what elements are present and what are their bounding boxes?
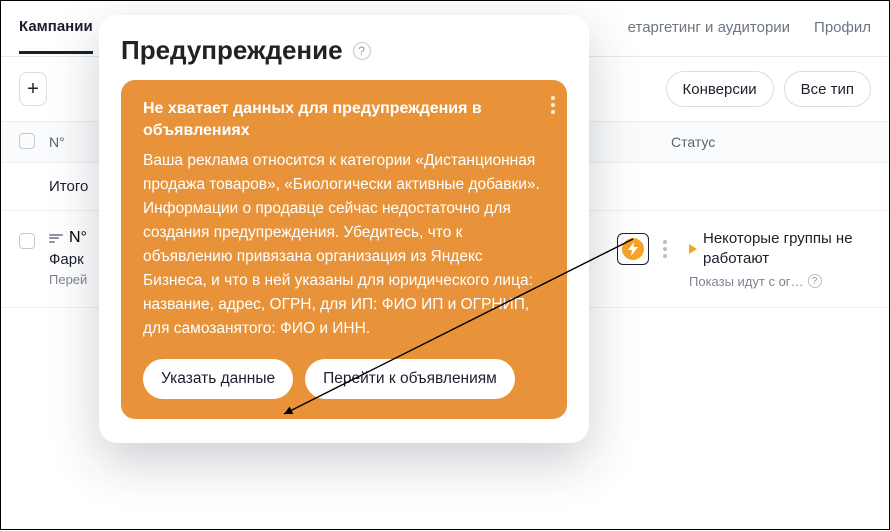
tab-profile[interactable]: Профил <box>814 19 871 52</box>
go-to-ads-button[interactable]: Перейти к объявлениям <box>305 359 515 399</box>
column-header-status[interactable]: Статус <box>671 134 871 150</box>
tab-retargeting[interactable]: етаргетинг и аудитории <box>628 19 790 52</box>
add-button[interactable]: + <box>19 72 47 106</box>
conversions-button[interactable]: Конверсии <box>666 71 774 107</box>
select-all-checkbox[interactable] <box>19 133 35 149</box>
warning-body: Ваша реклама относится к категории «Дист… <box>143 149 545 341</box>
all-types-button[interactable]: Все тип <box>784 71 871 107</box>
card-menu-button[interactable] <box>551 96 555 114</box>
warning-heading: Не хватает данных для предупреждения в о… <box>143 98 523 143</box>
bolt-icon <box>622 238 644 260</box>
help-icon[interactable]: ? <box>353 42 371 60</box>
modal-title: Предупреждение <box>121 35 343 66</box>
row-status: Некоторые группы не работают <box>703 229 871 270</box>
specify-data-button[interactable]: Указать данные <box>143 359 293 399</box>
warning-modal: Предупреждение ? Не хватает данных для п… <box>99 15 589 443</box>
sort-icon <box>49 231 63 245</box>
totals-label: Итого <box>49 178 88 195</box>
row-checkbox[interactable] <box>19 233 35 249</box>
row-menu-button[interactable] <box>659 236 671 262</box>
tab-campaigns[interactable]: Кампании <box>19 18 93 54</box>
warning-badge[interactable] <box>617 233 649 265</box>
row-number: N° <box>69 229 87 247</box>
warning-card: Не хватает данных для предупреждения в о… <box>121 80 567 419</box>
play-icon <box>689 244 697 254</box>
help-icon[interactable]: ? <box>808 274 822 288</box>
row-status-sub: Показы идут с ог… <box>689 274 804 289</box>
